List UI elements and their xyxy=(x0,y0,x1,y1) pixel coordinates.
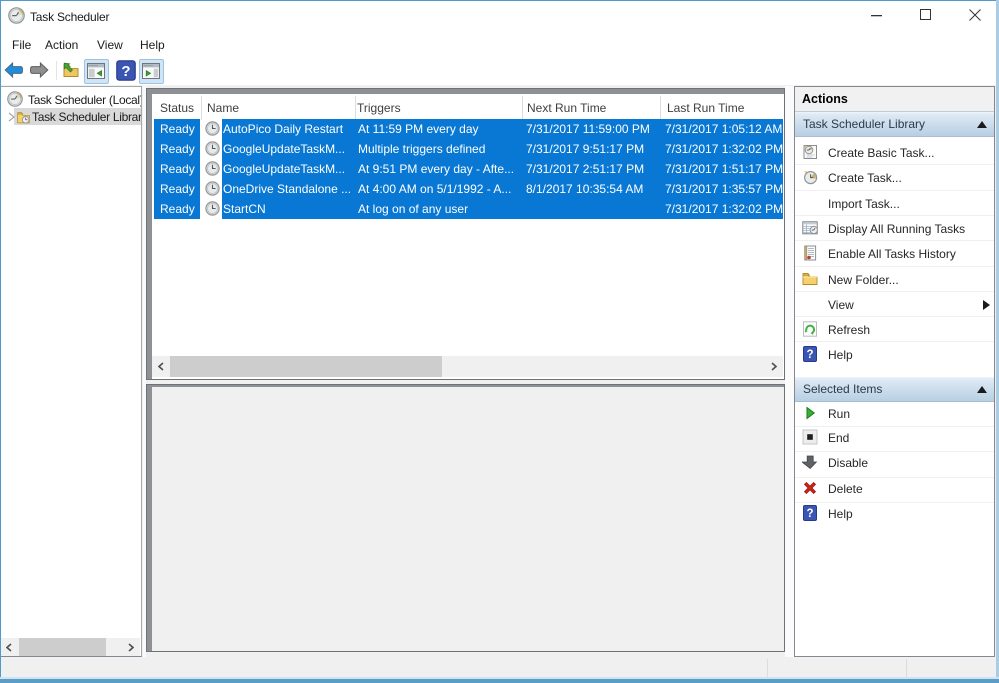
svg-text:?: ? xyxy=(806,508,813,520)
svg-text:?: ? xyxy=(806,349,813,361)
svg-text:?: ? xyxy=(121,63,130,80)
